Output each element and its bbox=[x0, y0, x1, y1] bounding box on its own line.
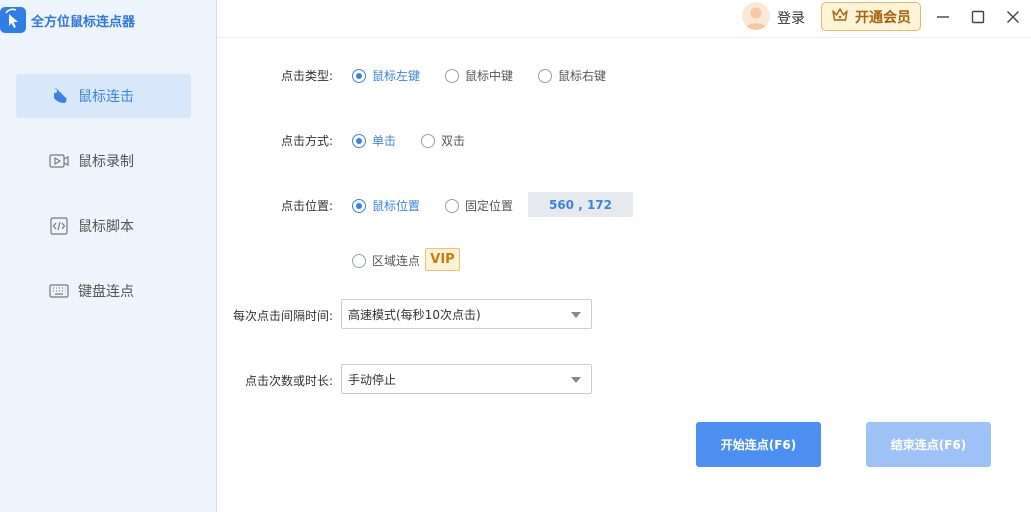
radio-label: 鼠标中键 bbox=[465, 69, 514, 83]
chevron-down-icon bbox=[571, 377, 581, 383]
vip-button-label: 开通会员 bbox=[855, 9, 911, 26]
sidebar-item-keyboard-click[interactable]: 键盘连点 bbox=[16, 269, 191, 313]
radio-label: 鼠标右键 bbox=[558, 69, 607, 83]
interval-select[interactable]: 高速模式(每秒10次点击) bbox=[341, 299, 592, 329]
click-type-label: 点击类型: bbox=[281, 69, 334, 83]
close-button[interactable] bbox=[1002, 6, 1024, 28]
radio-label: 双击 bbox=[441, 134, 466, 148]
sidebar-item-label: 鼠标脚本 bbox=[78, 219, 134, 235]
radio-dot bbox=[352, 68, 366, 83]
radio-mouse-position[interactable]: 鼠标位置 bbox=[352, 197, 420, 214]
radio-middle-button[interactable]: 鼠标中键 bbox=[445, 67, 513, 84]
count-select[interactable]: 手动停止 bbox=[341, 364, 592, 394]
radio-dot bbox=[352, 133, 366, 148]
keyboard-icon bbox=[49, 281, 69, 301]
vip-button[interactable]: 开通会员 bbox=[821, 2, 921, 31]
radio-label: 鼠标左键 bbox=[372, 69, 421, 83]
vip-badge: VIP bbox=[425, 248, 460, 271]
radio-dot bbox=[538, 68, 552, 83]
maximize-button[interactable] bbox=[967, 6, 989, 28]
start-button[interactable]: 开始连点(F6) bbox=[696, 422, 821, 467]
radio-area-click[interactable]: 区域连点 bbox=[352, 252, 420, 269]
radio-dot bbox=[445, 68, 459, 83]
chevron-down-icon bbox=[571, 312, 581, 318]
count-label: 点击次数或时长: bbox=[245, 374, 334, 388]
sidebar-item-label: 键盘连点 bbox=[78, 284, 134, 300]
radio-label: 鼠标位置 bbox=[372, 199, 421, 213]
radio-left-button[interactable]: 鼠标左键 bbox=[352, 67, 420, 84]
radio-label: 固定位置 bbox=[465, 199, 514, 213]
sidebar-item-mouse-click[interactable]: 鼠标连击 bbox=[16, 74, 191, 118]
radio-single-click[interactable]: 单击 bbox=[352, 132, 396, 149]
interval-select-value: 高速模式(每秒10次点击) bbox=[348, 307, 481, 322]
code-icon bbox=[49, 216, 69, 236]
crown-icon bbox=[831, 7, 849, 26]
sidebar-item-label: 鼠标录制 bbox=[78, 154, 134, 170]
radio-double-click[interactable]: 双击 bbox=[421, 132, 465, 149]
count-select-value: 手动停止 bbox=[348, 372, 397, 387]
login-link[interactable]: 登录 bbox=[777, 8, 805, 28]
radio-dot bbox=[445, 198, 459, 213]
radio-dot bbox=[352, 253, 366, 268]
record-icon bbox=[49, 151, 69, 171]
stop-button[interactable]: 结束连点(F6) bbox=[866, 422, 991, 467]
minimize-button[interactable] bbox=[932, 6, 954, 28]
radio-label: 单击 bbox=[372, 134, 397, 148]
app-name: 全方位鼠标连点器 bbox=[31, 14, 136, 30]
app-logo-icon bbox=[0, 5, 26, 35]
sidebar-item-label: 鼠标连击 bbox=[78, 89, 134, 105]
sidebar: 全方位鼠标连点器 鼠标连击 鼠标录制 鼠标脚本 键盘连点 bbox=[0, 0, 217, 512]
title-bar: 登录 开通会员 bbox=[217, 0, 1031, 38]
radio-fixed-position[interactable]: 固定位置 bbox=[445, 197, 513, 214]
click-mode-label: 点击方式: bbox=[281, 134, 334, 148]
sidebar-item-mouse-script[interactable]: 鼠标脚本 bbox=[16, 204, 191, 248]
mouse-icon bbox=[49, 86, 69, 106]
radio-dot bbox=[421, 133, 435, 148]
radio-dot bbox=[352, 198, 366, 213]
app-title-bar: 全方位鼠标连点器 bbox=[0, 0, 217, 40]
interval-label: 每次点击间隔时间: bbox=[233, 309, 334, 323]
fixed-position-coords: 560 , 172 bbox=[528, 192, 633, 217]
avatar[interactable] bbox=[742, 2, 770, 30]
radio-label: 区域连点 bbox=[372, 254, 421, 268]
sidebar-item-mouse-record[interactable]: 鼠标录制 bbox=[16, 139, 191, 183]
radio-right-button[interactable]: 鼠标右键 bbox=[538, 67, 606, 84]
click-position-label: 点击位置: bbox=[281, 199, 334, 213]
